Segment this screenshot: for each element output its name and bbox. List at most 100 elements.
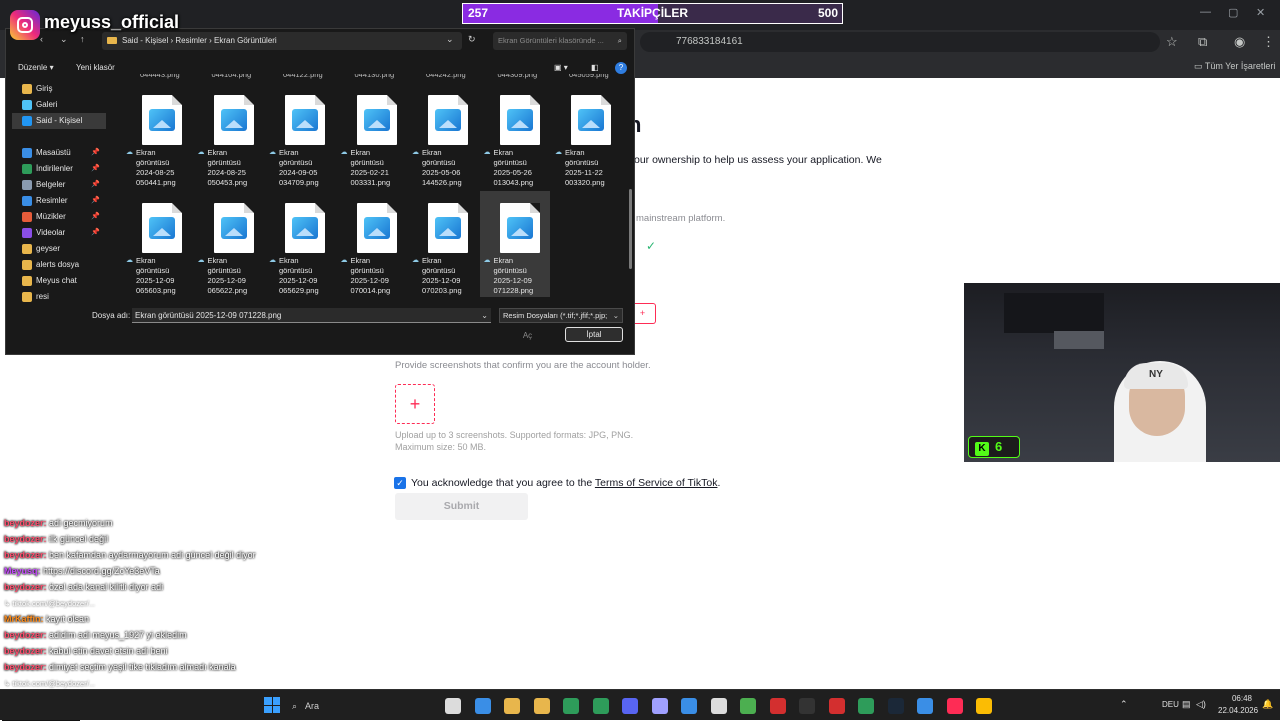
organize-menu[interactable]: Düzenle ▾ (18, 63, 54, 72)
clock[interactable]: 06:48 22.04.2026 (1218, 693, 1258, 717)
file-item[interactable]: ☁ Ekran görüntüsü 2025-05-06 144526.png (408, 83, 478, 189)
file-type-filter[interactable]: Resim Dosyaları (*.tif;*.jfif;*.pjp; ⌄ (499, 308, 623, 323)
file-name-line: 2024-09-05 (279, 168, 318, 177)
file-item[interactable]: ☁ Ekran görüntüsü 2025-12-09 065603.png (122, 191, 192, 297)
sidebar-item[interactable]: Galeri (12, 97, 106, 113)
file-name: ☁ Ekran görüntüsü 2025-11-22 003320.png (555, 148, 625, 188)
taskbar-app-icon[interactable] (622, 698, 638, 714)
taskbar-app-icon[interactable] (946, 698, 963, 714)
file-item[interactable]: ☁ Ekran görüntüsü 2025-02-21 003331.png (337, 83, 407, 189)
help-icon[interactable]: ? (615, 62, 627, 74)
sidebar-item[interactable]: İndirilenler 📌 (12, 161, 106, 177)
taskbar-app-icon[interactable] (740, 698, 756, 714)
language-indicator[interactable]: DEU (1162, 700, 1179, 709)
taskbar-app-icon[interactable] (563, 698, 579, 714)
file-item[interactable]: ☁ Ekran görüntüsü 2025-11-22 003320.png (551, 83, 621, 189)
cancel-button[interactable]: İptal (565, 327, 623, 342)
taskbar-app-icon[interactable] (769, 698, 786, 714)
search-input[interactable]: Ekran Görüntüleri klasöründe ... ⌕ (493, 32, 627, 50)
breadcrumb[interactable]: Said - Kişisel › Resimler › Ekran Görünt… (102, 32, 462, 50)
sidebar-item[interactable]: Belgeler 📌 (12, 177, 106, 193)
maximize-icon[interactable]: ▢ (1228, 6, 1238, 19)
file-name-line: 144526.png (422, 178, 462, 187)
sidebar-item[interactable]: Giriş (12, 81, 106, 97)
close-icon[interactable]: ✕ (1256, 6, 1265, 19)
taskbar-app-icon[interactable] (887, 698, 904, 714)
terms-checkbox[interactable]: ✓ (394, 477, 406, 489)
sidebar-item-label: Videolar (36, 228, 66, 237)
taskbar-app-icon[interactable] (917, 698, 933, 714)
file-item[interactable]: ☁ Ekran görüntüsü 2024-08-25 050453.png (194, 83, 264, 189)
new-folder-button[interactable]: Yeni klasör (76, 63, 115, 72)
chat-text: kabul etin davet etsin adi beni (49, 646, 168, 656)
chevron-down-icon[interactable]: ⌄ (481, 308, 488, 323)
file-name-line: Ekran (207, 148, 228, 157)
sidebar-item[interactable]: Said - Kişisel (12, 113, 106, 129)
taskbar-app-icon[interactable] (710, 698, 727, 714)
url-field[interactable]: 776833184161 (640, 32, 1160, 52)
file-name: ☁ Ekran görüntüsü 2025-05-26 013043.png (484, 148, 554, 188)
taskbar-app-icon[interactable] (976, 698, 992, 714)
volume-icon[interactable]: ◁) (1196, 699, 1206, 710)
submit-button[interactable]: Submit (395, 493, 528, 520)
sidebar-item[interactable]: Müzikler 📌 (12, 209, 106, 225)
view-options-icon[interactable]: ▣ ▾ (554, 63, 568, 72)
file-name-line: görüntüsü (207, 158, 241, 167)
taskbar-app-icon[interactable] (858, 698, 874, 714)
file-item[interactable]: ☁ Ekran görüntüsü 2024-08-25 050441.png (122, 83, 192, 189)
file-item[interactable]: ☁ Ekran görüntüsü 2025-12-09 071228.png (479, 191, 550, 297)
taskbar-app-icon[interactable] (504, 698, 520, 714)
sidebar-item[interactable]: alerts dosya (12, 257, 106, 273)
taskbar-app-icon[interactable] (445, 698, 461, 714)
profile-icon[interactable]: ◉ (1234, 34, 1245, 50)
file-name-line: görüntüsü (136, 266, 170, 275)
file-item[interactable]: ☁ Ekran görüntüsü 2024-09-05 034709.png (265, 83, 335, 189)
minimize-icon[interactable]: — (1200, 6, 1211, 18)
taskbar-app-icon[interactable] (799, 698, 815, 714)
all-bookmarks-link[interactable]: ▭ Tüm Yer İşaretleri (1194, 61, 1275, 72)
cloud-sync-icon: ☁ (340, 149, 348, 156)
file-grid: ☁ Ekran görüntüsü 2024-08-25 050441.png ☁ Ekra… (110, 79, 630, 303)
chevron-up-icon[interactable]: ⌃ (1120, 699, 1128, 710)
file-item[interactable]: ☁ Ekran görüntüsü 2025-12-09 065622.png (194, 191, 264, 297)
notification-icon[interactable]: 🔔 (1262, 699, 1273, 710)
file-item[interactable]: ☁ Ekran görüntüsü 2025-12-09 070014.png (337, 191, 407, 297)
terms-link[interactable]: Terms of Service of TikTok (595, 477, 718, 489)
network-icon[interactable]: ▤ (1182, 699, 1191, 710)
extensions-icon[interactable]: ⧉ (1198, 34, 1207, 50)
file-item[interactable]: ☁ Ekran görüntüsü 2025-05-26 013043.png (480, 83, 550, 189)
chevron-down-icon: ⌄ (612, 311, 619, 320)
upload-screenshot-button[interactable]: + (395, 384, 435, 424)
sidebar-item[interactable]: resi (12, 289, 106, 305)
taskbar-app-icon[interactable] (828, 698, 845, 714)
sidebar-item[interactable]: Resimler 📌 (12, 193, 106, 209)
up-icon[interactable]: ↑ (80, 34, 85, 44)
preview-pane-icon[interactable]: ◧ (591, 63, 599, 72)
file-item[interactable]: ☁ Ekran görüntüsü 2025-12-09 070203.png (408, 191, 478, 297)
taskbar-search[interactable]: ⌕ Ara (292, 697, 432, 715)
taskbar-app-icon[interactable] (474, 698, 491, 714)
scrollbar[interactable] (629, 189, 632, 269)
sidebar-item[interactable]: Masaüstü 📌 (12, 145, 106, 161)
file-name-line: görüntüsü (493, 158, 527, 167)
back-icon[interactable]: ‹ (40, 34, 43, 44)
taskbar-app-icon[interactable] (533, 698, 550, 714)
taskbar-app-icon[interactable] (592, 698, 609, 714)
open-button[interactable]: Aç (499, 328, 556, 343)
file-item[interactable]: ☁ Ekran görüntüsü 2025-12-09 065629.png (265, 191, 335, 297)
sidebar-item[interactable]: Videolar 📌 (12, 225, 106, 241)
taskbar-app-icon[interactable] (651, 698, 668, 714)
taskbar-app-icon[interactable] (681, 698, 697, 714)
provide-screenshots-text: Provide screenshots that confirm you are… (395, 360, 651, 371)
filename-input[interactable]: Ekran görüntüsü 2025-12-09 071228.png ⌄ (132, 308, 491, 323)
sidebar-item[interactable]: geyser (12, 241, 106, 257)
windows-start-icon[interactable] (264, 697, 280, 713)
sidebar-item[interactable]: Meyus chat (12, 273, 106, 289)
refresh-icon[interactable]: ↻ (468, 34, 476, 45)
chevron-down-icon[interactable]: ⌄ (446, 34, 454, 45)
menu-icon[interactable]: ⋮ (1262, 34, 1275, 50)
star-icon[interactable]: ☆ (1166, 34, 1178, 50)
chat-username: beydozer: (4, 630, 47, 640)
url-text: 776833184161 (676, 36, 743, 47)
dropdown-icon[interactable]: ⌄ (60, 34, 68, 45)
